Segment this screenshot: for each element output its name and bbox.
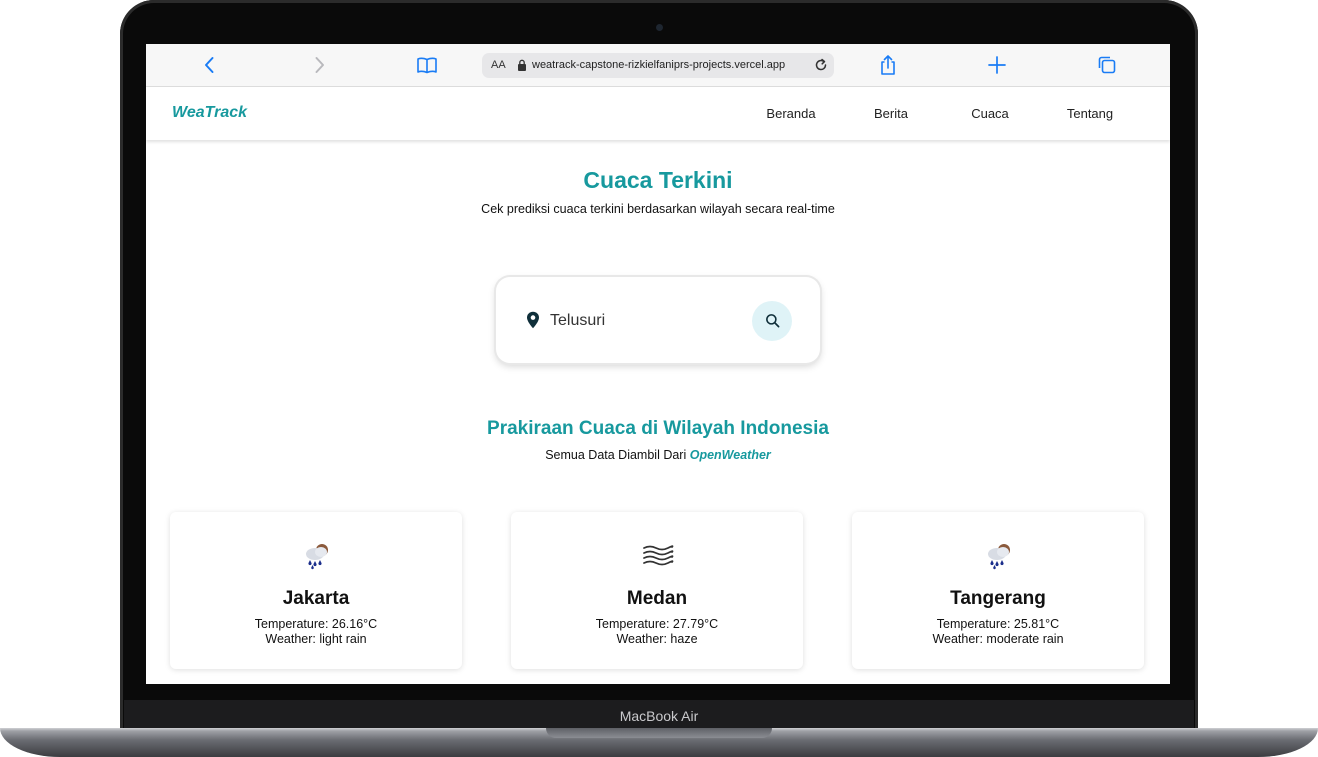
temperature-text: Temperature: 25.81°C	[936, 617, 1060, 631]
laptop-chin: MacBook Air	[124, 700, 1194, 730]
address-bar[interactable]: AA weatrack-capstone-rizkielfaniprs-proj…	[482, 53, 834, 78]
forward-icon[interactable]	[308, 54, 330, 76]
page-title: Cuaca Terkini	[583, 167, 733, 193]
url-text: weatrack-capstone-rizkielfaniprs-project…	[532, 59, 786, 71]
nav-cuaca[interactable]: Cuaca	[950, 106, 1030, 121]
weather-text: Weather: haze	[616, 632, 698, 646]
weather-card[interactable]: Jakarta Temperature: 26.16°C Weather: li…	[170, 512, 462, 669]
device-label: MacBook Air	[619, 708, 699, 724]
openweather-link[interactable]: OpenWeather	[690, 448, 771, 462]
weather-card[interactable]: Medan Temperature: 27.79°C Weather: haze	[511, 512, 803, 669]
rain-cloud-icon	[988, 544, 1010, 570]
weather-text: Weather: light rain	[265, 632, 367, 646]
share-icon[interactable]	[877, 54, 899, 76]
reload-icon[interactable]	[813, 57, 829, 73]
city-name: Tangerang	[950, 588, 1046, 609]
text-size-button[interactable]: AA	[491, 59, 506, 71]
new-tab-icon[interactable]	[986, 54, 1008, 76]
source-prefix: Semua Data Diambil Dari	[545, 448, 687, 462]
browser-toolbar: AA weatrack-capstone-rizkielfaniprs-proj…	[146, 44, 1170, 87]
city-name: Medan	[626, 588, 688, 609]
brand-logo[interactable]: WeaTrack	[172, 104, 247, 122]
weather-text: Weather: moderate rain	[932, 632, 1064, 646]
camera	[656, 24, 663, 31]
site-navbar: WeaTrack Beranda Berita Cuaca Tentang	[146, 87, 1170, 140]
forecast-source: Semua Data Diambil Dari OpenWeather	[146, 448, 1170, 462]
rain-cloud-icon	[306, 544, 328, 570]
bookmarks-icon[interactable]	[416, 54, 438, 76]
search-input[interactable]	[548, 309, 742, 333]
city-name: Jakarta	[282, 588, 350, 609]
temperature-text: Temperature: 26.16°C	[254, 617, 378, 631]
laptop-notch	[546, 728, 772, 738]
search-button[interactable]	[752, 301, 792, 341]
back-icon[interactable]	[199, 54, 221, 76]
nav-beranda[interactable]: Beranda	[751, 106, 831, 121]
search-icon	[765, 314, 779, 328]
lock-icon	[518, 59, 526, 71]
weather-card[interactable]: Tangerang Temperature: 25.81°C Weather: …	[852, 512, 1144, 669]
haze-icon	[643, 545, 674, 566]
tabs-overview-icon[interactable]	[1096, 54, 1118, 76]
nav-berita[interactable]: Berita	[851, 106, 931, 121]
search-card	[496, 277, 820, 363]
temperature-text: Temperature: 27.79°C	[595, 617, 719, 631]
location-pin-icon	[527, 311, 539, 329]
screen: AA weatrack-capstone-rizkielfaniprs-proj…	[146, 44, 1170, 684]
forecast-title: Prakiraan Cuaca di Wilayah Indonesia	[487, 418, 829, 439]
page-subtitle: Cek prediksi cuaca terkini berdasarkan w…	[481, 202, 835, 216]
nav-tentang[interactable]: Tentang	[1050, 106, 1130, 121]
